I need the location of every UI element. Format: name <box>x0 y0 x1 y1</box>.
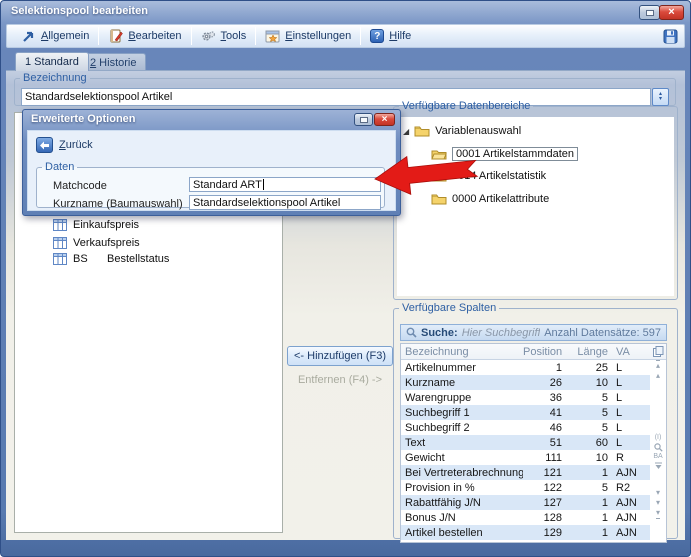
columns-table: Bezeichnung Position Länge VA Artikelnum… <box>400 343 667 543</box>
list-item-bestellstatus[interactable]: BS Bestellstatus <box>53 253 169 265</box>
table-header: Bezeichnung Position Länge VA <box>401 344 666 360</box>
table-row[interactable]: Rabattfähig J/N1271AJN <box>401 495 651 510</box>
spalten-group: Verfügbare Spalten Suche: Hier Suchbegri… <box>393 302 678 539</box>
tree-item-artikelstammdaten[interactable]: 0001 Artikelstammdaten <box>431 147 578 161</box>
list-item-verkaufspreis[interactable]: Verkaufspreis <box>53 237 140 249</box>
table-row[interactable]: Bei Vertreterabrechnung berücksichtige12… <box>401 465 651 480</box>
tree-selected-label: 0001 Artikelstammdaten <box>452 147 578 161</box>
scroll-top-icon[interactable]: ▴ <box>656 360 660 371</box>
dialog-title: Erweiterte Optionen <box>31 113 136 125</box>
table-side-toolbar: ▴ ▴ (I) BA ▾ ▾ ▾ <box>650 360 666 542</box>
table-row[interactable]: Suchbegriff 1415L <box>401 405 651 420</box>
matchcode-label: Matchcode <box>53 180 107 192</box>
table-row[interactable]: Text5160L <box>401 435 651 450</box>
restore-icon <box>360 117 368 123</box>
bezeichnung-caption: Bezeichnung <box>20 72 90 84</box>
folder-icon <box>431 193 447 205</box>
table-icon <box>53 219 67 231</box>
search-icon <box>406 327 417 338</box>
mark-rows-icon[interactable]: BA <box>653 452 662 462</box>
kurzname-field[interactable]: Standardselektionspool Artikel <box>189 195 381 210</box>
edit-notebook-icon <box>108 29 123 44</box>
table-row[interactable]: Gewicht11110R <box>401 450 651 465</box>
copy-grid-icon[interactable] <box>650 346 666 357</box>
column-width-icon[interactable]: (I) <box>655 433 662 443</box>
table-row[interactable]: Warengruppe365L <box>401 390 651 405</box>
add-button[interactable]: <- Hinzufügen (F3) <box>287 346 393 366</box>
search-label: Suche: <box>421 327 458 339</box>
search-input[interactable]: Hier Suchbegriff eing <box>462 327 541 339</box>
expander-icon[interactable]: ◢ <box>403 127 409 136</box>
settings-window-icon <box>265 29 280 44</box>
toolbar-item-hilfe[interactable]: ? Hilfe <box>362 26 419 46</box>
matchcode-field[interactable]: Standard ART <box>189 177 381 192</box>
scroll-bottom-icon[interactable]: ▾ <box>656 508 660 519</box>
close-icon: × <box>668 7 674 18</box>
table-row[interactable]: Bonus J/N1281AJN <box>401 510 651 525</box>
help-icon: ? <box>370 29 384 43</box>
toolbar-separator <box>191 27 192 45</box>
folder-icon <box>414 125 430 137</box>
filter-icon[interactable] <box>654 462 663 470</box>
gears-icon <box>201 29 216 44</box>
search-bar[interactable]: Suche: Hier Suchbegriff eing Anzahl Date… <box>400 324 667 341</box>
tree-item-variablenauswahl[interactable]: ◢ Variablenauswahl <box>403 125 521 137</box>
header-va[interactable]: VA <box>613 346 650 358</box>
record-count: Anzahl Datensätze: 597 <box>544 327 661 339</box>
back-button[interactable]: Zurück <box>36 137 93 153</box>
table-row[interactable]: Suchbegriff 2465L <box>401 420 651 435</box>
restore-icon <box>646 10 654 16</box>
window-title: Selektionspool bearbeiten <box>11 5 148 17</box>
header-laenge[interactable]: Länge <box>567 346 613 358</box>
toolbar-separator <box>360 27 361 45</box>
table-row[interactable]: Provision in %1225R2 <box>401 480 651 495</box>
table-row[interactable]: Artikelnummer125L <box>401 360 651 375</box>
toolbar: Allgemein Bearbeiten Tools Einstellungen… <box>6 24 685 48</box>
tab-standard[interactable]: 1 Standard <box>15 52 89 71</box>
datenbereiche-caption: Verfügbare Datenbereiche <box>399 100 533 112</box>
toolbar-separator <box>255 27 256 45</box>
table-row[interactable]: Artikel bestellen1291AJN <box>401 525 651 540</box>
daten-caption: Daten <box>42 161 77 173</box>
table-row[interactable]: Kurzname2610L <box>401 375 651 390</box>
toolbar-item-einstellungen[interactable]: Einstellungen <box>257 26 359 46</box>
dialog-restore-button[interactable] <box>354 113 373 126</box>
toolbar-item-bearbeiten[interactable]: Bearbeiten <box>100 26 189 46</box>
toolbar-separator <box>98 27 99 45</box>
close-icon: × <box>382 115 388 125</box>
remove-button[interactable]: Entfernen (F4) -> <box>287 374 393 386</box>
back-arrow-icon <box>36 137 53 153</box>
scroll-page-down-icon[interactable]: ▾ <box>656 498 660 508</box>
table-body: Artikelnummer125L Kurzname2610L Warengru… <box>401 360 651 540</box>
erweiterte-optionen-dialog: Erweiterte Optionen × Zurück Daten Match… <box>22 109 401 216</box>
search-rows-icon[interactable] <box>654 443 663 452</box>
header-bezeichnung[interactable]: Bezeichnung <box>401 346 523 358</box>
daten-group: Daten Matchcode Standard ART Kurzname (B… <box>36 161 385 208</box>
datenbereiche-tree: ◢ Variablenauswahl 0001 Artikelstammdate… <box>397 117 674 296</box>
header-position[interactable]: Position <box>523 346 567 358</box>
dialog-body: Zurück Daten Matchcode Standard ART Kurz… <box>27 130 396 211</box>
datenbereiche-group: Verfügbare Datenbereiche ◢ Variablenausw… <box>393 100 678 300</box>
scroll-down-icon[interactable]: ▾ <box>656 488 660 498</box>
tree-item-artikelattribute[interactable]: 0000 Artikelattribute <box>431 193 549 205</box>
tab-historie[interactable]: 2 Historie <box>80 53 146 71</box>
tree-item-artikelstatistik[interactable]: 0014 Artikelstatistik <box>431 170 546 182</box>
toolbar-item-tools[interactable]: Tools <box>193 26 255 46</box>
arrow-up-right-icon <box>21 29 36 44</box>
list-item-einkaufspreis[interactable]: Einkaufspreis <box>53 219 139 231</box>
table-icon <box>53 253 67 265</box>
save-button[interactable] <box>663 29 678 44</box>
restore-button[interactable] <box>639 5 660 20</box>
kurzname-label: Kurzname (Baumauswahl) <box>53 198 183 210</box>
folder-open-icon <box>431 148 447 160</box>
folder-icon <box>431 170 447 182</box>
spalten-caption: Verfügbare Spalten <box>399 302 499 314</box>
text-cursor <box>263 179 264 190</box>
scroll-up-icon[interactable]: ▴ <box>656 371 660 381</box>
toolbar-item-allgemein[interactable]: Allgemein <box>13 26 97 46</box>
dialog-close-button[interactable]: × <box>374 113 395 126</box>
close-button[interactable]: × <box>659 5 684 20</box>
main-window: Selektionspool bearbeiten × Allgemein Be… <box>0 0 691 557</box>
table-icon <box>53 237 67 249</box>
